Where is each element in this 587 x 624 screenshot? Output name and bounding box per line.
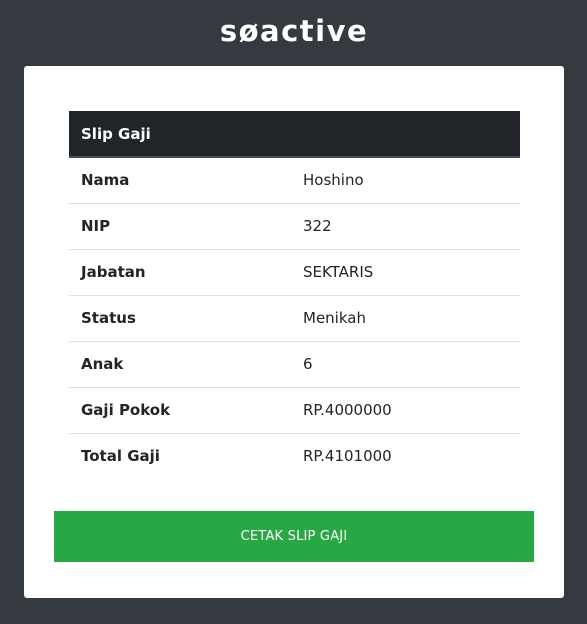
table-row: Jabatan SEKTARIS bbox=[69, 248, 520, 295]
row-value-jabatan: SEKTARIS bbox=[291, 248, 520, 295]
row-label-status: Status bbox=[69, 294, 291, 341]
row-label-total-gaji: Total Gaji bbox=[69, 432, 291, 479]
payslip-card: Slip Gaji Nama Hoshino NIP 322 Jabatan S… bbox=[24, 66, 564, 598]
payslip-header-row: Slip Gaji bbox=[69, 111, 520, 158]
row-label-anak: Anak bbox=[69, 340, 291, 387]
payslip-table: Slip Gaji Nama Hoshino NIP 322 Jabatan S… bbox=[69, 111, 520, 479]
payslip-title: Slip Gaji bbox=[69, 111, 520, 158]
row-label-nama: Nama bbox=[81, 171, 130, 190]
table-row: Nama Hoshino bbox=[69, 157, 520, 203]
table-row: Gaji Pokok RP.4000000 bbox=[69, 386, 520, 433]
row-value-total-gaji: RP.4101000 bbox=[291, 432, 520, 479]
row-label-nip: NIP bbox=[69, 202, 291, 249]
table-row: Status Menikah bbox=[69, 294, 520, 341]
brand-logo-wordmark: søactive bbox=[219, 18, 367, 48]
row-value-gaji-pokok: RP.4000000 bbox=[291, 386, 520, 433]
print-payslip-button[interactable]: CETAK SLIP GAJI bbox=[54, 511, 534, 562]
table-row: NIP 322 bbox=[69, 202, 520, 249]
row-value-nip: 322 bbox=[291, 202, 520, 249]
row-value-nama: Hoshino bbox=[303, 171, 364, 190]
brand-logo: søactive bbox=[0, 0, 587, 66]
row-label-jabatan: Jabatan bbox=[69, 248, 291, 295]
row-value-status: Menikah bbox=[291, 294, 520, 341]
svg-text:søactive: søactive bbox=[219, 18, 367, 48]
row-value-anak: 6 bbox=[291, 340, 520, 387]
table-row: Total Gaji RP.4101000 bbox=[69, 432, 520, 479]
table-row: Anak 6 bbox=[69, 340, 520, 387]
row-label-gaji-pokok: Gaji Pokok bbox=[69, 386, 291, 433]
